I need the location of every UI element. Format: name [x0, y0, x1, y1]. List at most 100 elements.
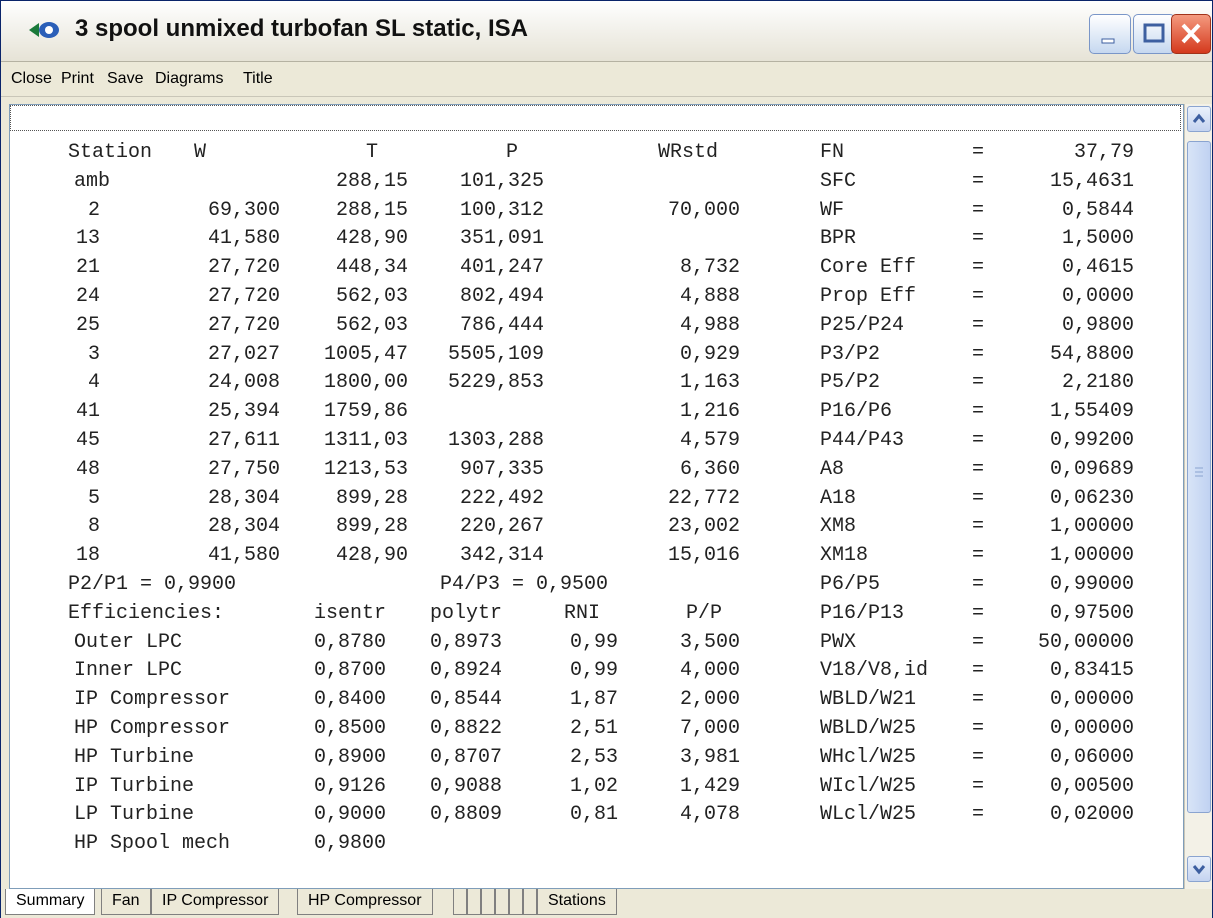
- col-header-t: T: [366, 141, 379, 164]
- eff-pp: 3,981: [679, 745, 740, 769]
- summary-value: 0,0000: [1061, 285, 1134, 308]
- vertical-scrollbar[interactable]: [1184, 104, 1212, 889]
- summary-value: 0,9800: [1061, 313, 1134, 337]
- summary-label: WBLD/W21: [820, 688, 917, 712]
- station-wrstd: 70,000: [667, 198, 740, 222]
- summary-label: XM18: [820, 544, 869, 568]
- menu-bar: Close Print Save Diagrams Title: [1, 62, 1212, 97]
- station-id: 24: [75, 285, 100, 308]
- col-header-wrstd: WRstd: [658, 141, 719, 164]
- station-id: 13: [75, 227, 100, 251]
- summary-label: A18: [820, 486, 857, 510]
- summary-value: 0,06230: [1049, 486, 1134, 510]
- station-p: 1303,288: [447, 429, 544, 452]
- eff-header-polytr: polytr: [430, 601, 503, 625]
- station-p: 342,314: [459, 544, 544, 568]
- component-name: HP Turbine: [74, 745, 195, 769]
- close-window-button[interactable]: [1171, 14, 1211, 54]
- station-p: 220,267: [459, 515, 544, 539]
- summary-label: P3/P2: [820, 342, 881, 366]
- summary-value: 0,02000: [1049, 803, 1134, 827]
- component-name: HP Compressor: [74, 717, 231, 740]
- summary-value: 0,00500: [1049, 774, 1134, 798]
- summary-value: 0,99000: [1049, 573, 1134, 596]
- tab-summary[interactable]: Summary: [5, 889, 96, 915]
- tab-fan[interactable]: Fan: [101, 889, 151, 915]
- tab-hp-compressor[interactable]: HP Compressor: [297, 889, 433, 915]
- eff-isentr: 0,8700: [314, 659, 387, 683]
- summary-label: PWX: [820, 630, 857, 654]
- component-name: LP Turbine: [74, 803, 195, 827]
- station-p: 5229,853: [447, 371, 544, 395]
- station-wrstd: 4,988: [679, 313, 740, 337]
- summary-value: 50,00000: [1037, 630, 1134, 654]
- eff-isentr: 0,9126: [314, 774, 387, 798]
- station-t: 1759,86: [323, 400, 408, 424]
- summary-value: 0,5844: [1061, 198, 1134, 222]
- station-p: 401,247: [459, 256, 544, 280]
- maximize-button[interactable]: [1133, 14, 1175, 54]
- tab-blank-3[interactable]: [481, 889, 495, 915]
- summary-label: P16/P13: [820, 601, 905, 625]
- eff-isentr: 0,9000: [314, 803, 387, 827]
- summary-value: 1,00000: [1049, 544, 1134, 568]
- eff-pp: 2,000: [679, 688, 740, 712]
- tab-blank-1[interactable]: [453, 889, 467, 915]
- summary-value: 0,09689: [1049, 457, 1134, 481]
- tab-blank-2[interactable]: [467, 889, 481, 915]
- summary-label: WIcl/W25: [820, 774, 917, 798]
- menu-save[interactable]: Save: [107, 70, 143, 88]
- station-p: 222,492: [459, 486, 544, 510]
- station-p: 786,444: [459, 313, 544, 337]
- station-id: 18: [75, 544, 100, 568]
- tab-blank-6[interactable]: [523, 889, 537, 915]
- eff-pp: 7,000: [679, 717, 740, 740]
- eff-pp: 1,429: [679, 774, 740, 798]
- minimize-button[interactable]: [1089, 14, 1131, 54]
- summary-value: 1,55409: [1049, 400, 1134, 424]
- eff-header-pp: P/P: [686, 601, 723, 625]
- summary-label: P16/P6: [820, 400, 893, 424]
- menu-close[interactable]: Close: [11, 70, 52, 88]
- eff-isentr: 0,8900: [314, 745, 387, 769]
- component-name: HP Spool mech: [74, 832, 231, 856]
- menu-diagrams[interactable]: Diagrams: [155, 70, 223, 88]
- station-id: 25: [75, 313, 100, 337]
- tab-stations[interactable]: Stations: [537, 889, 617, 915]
- tab-blank-5[interactable]: [509, 889, 523, 915]
- col-header-station: Station: [68, 141, 153, 164]
- tab-ip-compressor[interactable]: IP Compressor: [151, 889, 280, 915]
- menu-title[interactable]: Title: [243, 70, 273, 88]
- summary-output-panel[interactable]: Station W T P WRstd amb 288,15 101,325 2 69,300 28…: [9, 104, 1184, 889]
- summary-label: BPR: [820, 227, 857, 251]
- summary-label: A8: [820, 457, 845, 481]
- component-name: Outer LPC: [74, 630, 183, 654]
- station-p: 351,091: [459, 227, 544, 251]
- station-id: 4: [87, 371, 100, 395]
- station-id: 5: [87, 486, 100, 510]
- summary-label: WBLD/W25: [820, 717, 917, 740]
- menu-print[interactable]: Print: [61, 70, 94, 88]
- station-id: 21: [75, 256, 100, 280]
- col-header-p: P: [506, 141, 519, 164]
- eff-isentr: 0,8780: [314, 630, 387, 654]
- ratio-p4p3: P4/P3 = 0,9500: [440, 573, 609, 596]
- station-p: 101,325: [459, 169, 544, 193]
- station-id: 2: [87, 198, 100, 222]
- component-name: IP Compressor: [74, 688, 231, 712]
- summary-label: SFC: [820, 169, 857, 193]
- scroll-up-button[interactable]: [1187, 106, 1211, 132]
- scroll-down-button[interactable]: [1187, 856, 1211, 882]
- title-bar[interactable]: 3 spool unmixed turbofan SL static, ISA: [1, 1, 1212, 62]
- summary-label: V18/V8,id: [820, 659, 929, 683]
- summary-label: Prop Eff: [820, 285, 917, 308]
- scroll-thumb[interactable]: [1187, 141, 1211, 813]
- station-p: 5505,109: [447, 342, 544, 366]
- station-wrstd: 4,888: [679, 285, 740, 308]
- summary-value: 1,5000: [1061, 227, 1134, 251]
- summary-value: 0,4615: [1061, 256, 1134, 280]
- tab-blank-4[interactable]: [495, 889, 509, 915]
- station-p: 907,335: [459, 457, 544, 481]
- eff-header-isentr: isentr: [314, 601, 387, 625]
- grip-icon: [1195, 467, 1203, 477]
